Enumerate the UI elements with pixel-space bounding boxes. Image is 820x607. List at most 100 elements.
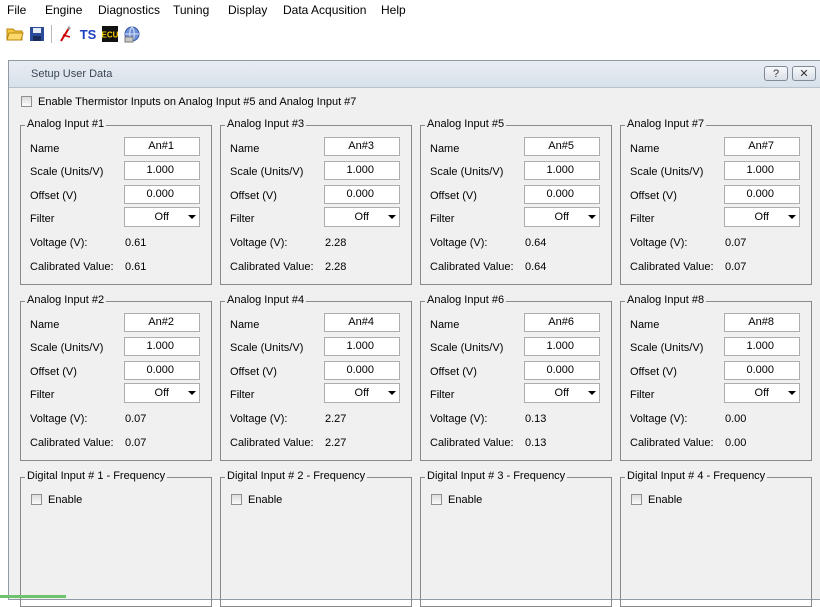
scale-input[interactable]: 1.000: [724, 337, 800, 356]
dialog-titlebar: Setup User Data ? ✕: [9, 61, 820, 88]
menu-file[interactable]: File: [7, 3, 26, 17]
calibrated-label: Calibrated Value:: [30, 437, 114, 449]
name-input[interactable]: An#5: [524, 137, 600, 156]
menu-data-acquisition[interactable]: Data Acqusition: [283, 3, 366, 17]
voltage-value: 2.27: [325, 413, 347, 425]
offset-input[interactable]: 0.000: [324, 185, 400, 204]
filter-select[interactable]: Off: [524, 207, 600, 227]
name-input[interactable]: An#4: [324, 313, 400, 332]
name-input[interactable]: An#1: [124, 137, 200, 156]
scale-input[interactable]: 1.000: [524, 337, 600, 356]
voltage-value: 0.07: [725, 237, 747, 249]
voltage-label: Voltage (V):: [630, 237, 688, 249]
ecu-icon[interactable]: ECU: [101, 24, 119, 44]
scale-input[interactable]: 1.000: [524, 161, 600, 180]
network-globe-icon[interactable]: [122, 24, 142, 44]
enable-checkbox[interactable]: [31, 494, 42, 505]
offset-input[interactable]: 0.000: [724, 185, 800, 204]
offset-input[interactable]: 0.000: [124, 185, 200, 204]
toolbar: TS ECU: [0, 20, 820, 48]
voltage-value: 0.07: [125, 413, 147, 425]
name-input[interactable]: An#3: [324, 137, 400, 156]
close-button[interactable]: ✕: [792, 66, 816, 81]
filter-select[interactable]: Off: [124, 383, 200, 403]
calibrated-value: 0.07: [725, 261, 747, 273]
scale-input[interactable]: 1.000: [324, 161, 400, 180]
filter-value: Off: [754, 211, 769, 223]
menu-diagnostics[interactable]: Diagnostics: [98, 3, 160, 17]
filter-select[interactable]: Off: [324, 207, 400, 227]
filter-select[interactable]: Off: [724, 207, 800, 227]
name-input[interactable]: An#2: [124, 313, 200, 332]
ts-logo-icon[interactable]: TS: [78, 24, 98, 44]
offset-label: Offset (V): [630, 366, 677, 378]
offset-label: Offset (V): [630, 190, 677, 202]
name-input[interactable]: An#7: [724, 137, 800, 156]
thermistor-label: Enable Thermistor Inputs on Analog Input…: [38, 96, 357, 108]
dialog-title: Setup User Data: [31, 68, 113, 80]
calibrated-label: Calibrated Value:: [230, 437, 314, 449]
offset-input[interactable]: 0.000: [724, 361, 800, 380]
filter-select[interactable]: Off: [524, 383, 600, 403]
group-title: Analog Input #1: [25, 118, 107, 130]
group-title: Analog Input #8: [625, 294, 707, 306]
offset-input[interactable]: 0.000: [324, 361, 400, 380]
digital-input-group-1: Digital Input # 1 - Frequency Enable: [20, 470, 212, 607]
scale-input[interactable]: 1.000: [124, 337, 200, 356]
voltage-value: 0.00: [725, 413, 747, 425]
offset-label: Offset (V): [30, 366, 77, 378]
digital-input-group-3: Digital Input # 3 - Frequency Enable: [420, 470, 612, 607]
enable-label: Enable: [448, 494, 483, 506]
filter-label: Filter: [430, 213, 455, 225]
filter-value: Off: [554, 387, 569, 399]
scale-input[interactable]: 1.000: [124, 161, 200, 180]
menu-tuning[interactable]: Tuning: [173, 3, 209, 17]
enable-checkbox[interactable]: [231, 494, 242, 505]
calibrated-value: 0.64: [525, 261, 547, 273]
calibrated-label: Calibrated Value:: [630, 261, 714, 273]
group-title: Digital Input # 4 - Frequency: [625, 470, 768, 482]
calibrated-value: 0.00: [725, 437, 747, 449]
chevron-down-icon: [188, 391, 196, 395]
calibrated-label: Calibrated Value:: [430, 437, 514, 449]
scale-label: Scale (Units/V): [430, 342, 504, 354]
scale-label: Scale (Units/V): [230, 166, 304, 178]
filter-select[interactable]: Off: [124, 207, 200, 227]
chevron-down-icon: [788, 391, 796, 395]
offset-input[interactable]: 0.000: [124, 361, 200, 380]
help-button[interactable]: ?: [764, 66, 788, 81]
group-title: Analog Input #7: [625, 118, 707, 130]
voltage-value: 0.61: [125, 237, 147, 249]
filter-label: Filter: [630, 389, 655, 401]
filter-value: Off: [154, 211, 169, 223]
open-folder-icon[interactable]: [6, 24, 24, 44]
menu-display[interactable]: Display: [228, 3, 267, 17]
name-label: Name: [30, 319, 60, 331]
filter-select[interactable]: Off: [324, 383, 400, 403]
scale-input[interactable]: 1.000: [324, 337, 400, 356]
name-label: Name: [430, 319, 460, 331]
menu-engine[interactable]: Engine: [45, 3, 82, 17]
voltage-value: 2.28: [325, 237, 347, 249]
offset-label: Offset (V): [30, 190, 77, 202]
digital-input-group-2: Digital Input # 2 - Frequency Enable: [220, 470, 412, 607]
name-label: Name: [30, 143, 60, 155]
chevron-down-icon: [788, 215, 796, 219]
name-input[interactable]: An#6: [524, 313, 600, 332]
filter-select[interactable]: Off: [724, 383, 800, 403]
offset-input[interactable]: 0.000: [524, 361, 600, 380]
enable-checkbox[interactable]: [431, 494, 442, 505]
name-input[interactable]: An#8: [724, 313, 800, 332]
thermistor-checkbox[interactable]: [21, 96, 32, 107]
enable-checkbox[interactable]: [631, 494, 642, 505]
filter-value: Off: [354, 387, 369, 399]
save-disk-icon[interactable]: [28, 24, 46, 44]
calibrated-label: Calibrated Value:: [430, 261, 514, 273]
offset-label: Offset (V): [230, 190, 277, 202]
tuning-pen-icon[interactable]: [57, 24, 75, 44]
offset-input[interactable]: 0.000: [524, 185, 600, 204]
analog-input-group-4: Analog Input #4 Name An#4 Scale (Units/V…: [220, 294, 412, 461]
scale-input[interactable]: 1.000: [724, 161, 800, 180]
calibrated-value: 0.13: [525, 437, 547, 449]
menu-help[interactable]: Help: [381, 3, 406, 17]
